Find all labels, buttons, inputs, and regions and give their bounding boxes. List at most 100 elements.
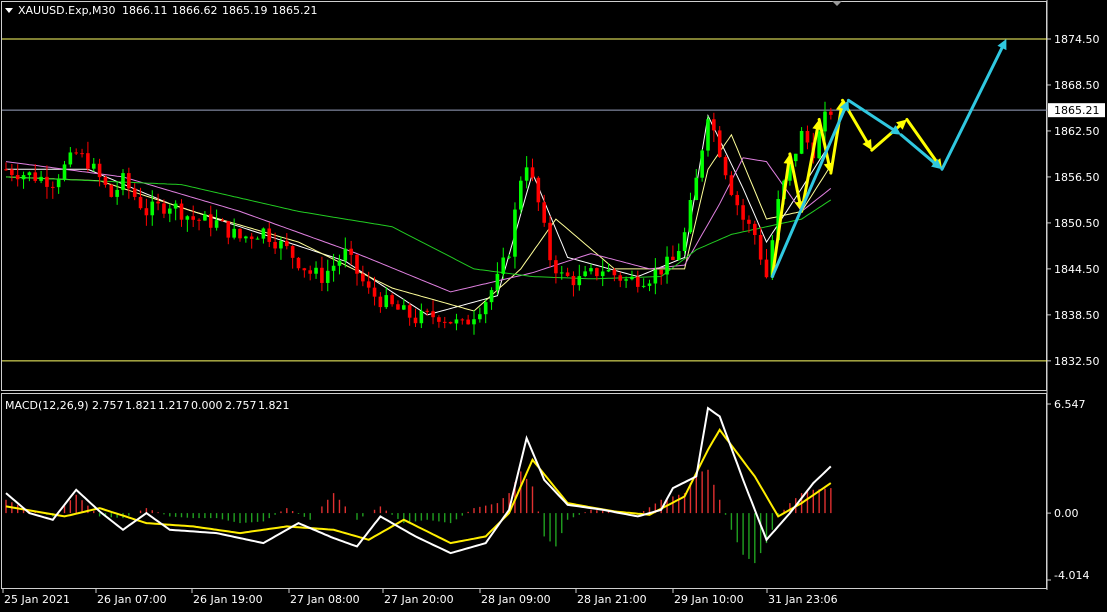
candle-body [320, 267, 324, 283]
candle-body [232, 228, 236, 238]
candle-body [349, 248, 353, 255]
time-tick-label: 27 Jan 20:00 [384, 593, 454, 606]
price-tick-label: 1868.50 [1054, 79, 1100, 92]
candle-body [437, 317, 441, 322]
macd-header-value: 1.217 [158, 399, 190, 412]
candle-body [536, 177, 541, 203]
candle-body [530, 167, 535, 178]
candle-body [115, 189, 119, 197]
candle-body [442, 321, 447, 323]
candle-body [337, 260, 342, 266]
candle-body [156, 201, 160, 204]
candle-body [249, 236, 254, 239]
candle-body [624, 279, 628, 281]
macd-header-value: 0.000 [191, 399, 223, 412]
candle-body [361, 273, 365, 282]
macd-header-value: 1.821 [125, 399, 157, 412]
candle-body [80, 153, 84, 155]
candle-body [519, 180, 523, 210]
candle-body [214, 220, 219, 228]
candle-body [162, 203, 166, 214]
candle-body [150, 201, 155, 216]
candle-body [548, 222, 552, 261]
candle-body [507, 256, 511, 258]
candle-body [542, 202, 546, 223]
ohlc-high: 1866.62 [172, 4, 218, 17]
chart-canvas[interactable]: 1874.50 1868.50 1862.50 1856.50 1850.50 1844.… [0, 0, 1107, 608]
candle-body [45, 176, 49, 187]
candle-body [448, 321, 453, 324]
candle-body [723, 157, 728, 176]
candle-body [682, 232, 687, 252]
candle-body [483, 302, 488, 315]
candle-body [296, 257, 301, 269]
time-tick-label: 28 Jan 09:00 [481, 593, 551, 606]
macd-header-value: 1.821 [258, 399, 290, 412]
candle-body [466, 319, 470, 325]
candle-body [419, 310, 424, 324]
candle-body [97, 163, 102, 178]
candle-body [583, 271, 587, 277]
candle-body [51, 186, 55, 188]
macd-panel: MACD(12,26,9) 2.757 1.821 1.217 0.000 2.757 1.… [5, 398, 1089, 582]
candle-body [425, 310, 429, 312]
candle-body [729, 175, 734, 195]
candle-body [489, 290, 494, 303]
candle-body [279, 240, 283, 249]
candle-body [384, 295, 389, 308]
candle-body [132, 188, 137, 197]
candle-body [267, 228, 272, 242]
candle-body [717, 130, 722, 158]
candle-body [694, 177, 699, 201]
candle-body [676, 251, 681, 261]
macd-tick-label: -4.014 [1054, 569, 1089, 582]
candles [4, 101, 833, 335]
candle-body [741, 205, 745, 220]
candle-body [571, 275, 576, 286]
candle-body [407, 305, 412, 318]
candle-body [208, 214, 213, 228]
candle-body [173, 203, 178, 209]
time-tick-label: 28 Jan 21:00 [577, 593, 647, 606]
time-tick-label: 26 Jan 19:00 [193, 593, 263, 606]
candle-body [21, 175, 26, 180]
candle-body [343, 248, 348, 261]
candle-body [15, 175, 20, 180]
candle-body [203, 214, 207, 221]
candle-body [56, 179, 61, 188]
candle-body [74, 152, 78, 154]
price-tick-label: 1838.50 [1054, 309, 1100, 322]
candle-body [595, 268, 599, 277]
ohlc-low: 1865.19 [222, 4, 268, 17]
candle-body [565, 272, 570, 276]
candle-body [314, 267, 318, 274]
candle-body [402, 305, 406, 310]
candle-body [431, 311, 435, 318]
dropdown-triangle-icon[interactable] [5, 8, 13, 13]
candle-body [630, 276, 634, 280]
candle-body [659, 269, 663, 275]
candle-body [653, 269, 658, 284]
candle-body [103, 177, 108, 185]
chart-header: XAUUSD.Exp,M30 1866.11 1866.62 1865.19 1… [5, 1, 842, 17]
candle-body [285, 240, 289, 247]
price-tick-label: 1832.50 [1054, 355, 1100, 368]
candle-body [396, 304, 400, 310]
time-tick-label: 26 Jan 07:00 [97, 593, 167, 606]
macd-main-line [5, 406, 832, 555]
candle-body [91, 163, 96, 169]
scroll-marker-icon[interactable] [832, 1, 842, 6]
candle-body [168, 208, 172, 214]
candle-body [478, 314, 482, 320]
candle-body [793, 153, 798, 162]
moving-average-line-3 [5, 176, 832, 280]
candle-body [805, 130, 810, 143]
candle-body [191, 216, 195, 220]
candle-body [138, 196, 143, 209]
trading-chart[interactable]: 1874.50 1868.50 1862.50 1856.50 1850.50 1844.… [0, 0, 1107, 608]
candle-body [460, 319, 465, 321]
candle-body [331, 265, 336, 271]
candle-body [589, 268, 593, 272]
candle-body [712, 119, 716, 131]
candle-body [618, 275, 623, 281]
